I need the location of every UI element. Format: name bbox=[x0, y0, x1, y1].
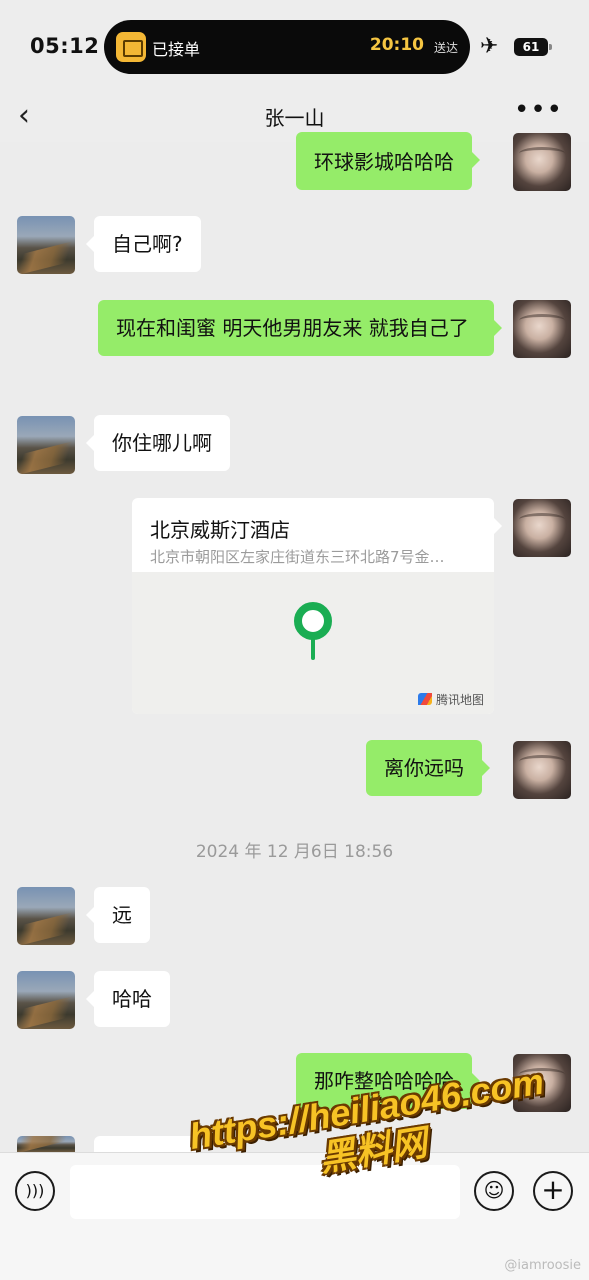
message-bubble-in[interactable]: 自己啊? bbox=[86, 216, 201, 272]
location-card-tail bbox=[494, 518, 502, 534]
delivery-eta: 20:10 bbox=[369, 35, 424, 55]
chat-timestamp: 2024 年 12 月6日 18:56 bbox=[195, 842, 394, 862]
message-bubble-out[interactable]: 现在和闺蜜 明天他男朋友来 就我自己了 bbox=[98, 300, 502, 356]
order-status-label: 已接单 bbox=[152, 40, 201, 59]
contact-avatar[interactable] bbox=[17, 971, 75, 1029]
message-bubble-out[interactable]: 环球影城哈哈哈 bbox=[296, 132, 480, 190]
emoji-icon[interactable]: ☺ bbox=[474, 1171, 514, 1211]
message-text: 自己啊? bbox=[112, 232, 183, 256]
delivery-app-icon bbox=[116, 32, 146, 62]
my-avatar[interactable] bbox=[513, 499, 571, 557]
message-text: 离你远吗 bbox=[384, 756, 464, 780]
more-options-icon[interactable]: ••• bbox=[514, 95, 563, 125]
chat-title: 张一山 bbox=[264, 106, 325, 130]
map-brand: 腾讯地图 bbox=[417, 691, 484, 708]
voice-icon[interactable]: ))) bbox=[15, 1171, 55, 1211]
contact-avatar[interactable] bbox=[17, 216, 75, 274]
delivery-eta-suffix: 送达 bbox=[433, 41, 458, 55]
weibo-handle-watermark: @iamroosie bbox=[504, 1258, 581, 1273]
location-name: 北京威斯汀酒店 bbox=[150, 518, 290, 542]
my-avatar[interactable] bbox=[513, 133, 571, 191]
message-bubble-out[interactable]: 离你远吗 bbox=[366, 740, 490, 796]
airplane-mode-icon: ✈ bbox=[480, 34, 499, 59]
contact-avatar[interactable] bbox=[17, 887, 75, 945]
message-bubble-in[interactable]: 远 bbox=[86, 887, 150, 943]
tencent-map-logo-icon bbox=[417, 693, 432, 705]
location-card[interactable]: 北京威斯汀酒店 北京市朝阳区左家庄街道东三环北路7号金… 腾讯地图 bbox=[132, 498, 494, 714]
location-map[interactable]: 腾讯地图 bbox=[132, 572, 494, 714]
message-text: 现在和闺蜜 明天他男朋友来 就我自己了 bbox=[116, 316, 469, 340]
map-pin-stem bbox=[311, 638, 315, 660]
my-avatar[interactable] bbox=[513, 300, 571, 358]
message-text: 你住哪儿啊 bbox=[112, 431, 212, 455]
status-bar: 05:12 已接单 20:10 送达 ✈ 61 bbox=[0, 0, 589, 90]
battery-level: 61 bbox=[522, 40, 540, 54]
dynamic-island[interactable]: 已接单 20:10 送达 bbox=[104, 20, 470, 74]
message-bubble-in[interactable]: 你住哪儿啊 bbox=[86, 415, 230, 471]
map-brand-label: 腾讯地图 bbox=[435, 693, 484, 707]
message-text: 远 bbox=[112, 903, 132, 927]
my-avatar[interactable] bbox=[513, 741, 571, 799]
location-address: 北京市朝阳区左家庄街道东三环北路7号金… bbox=[150, 548, 445, 566]
message-bubble-in[interactable]: 哈哈 bbox=[86, 971, 170, 1027]
contact-avatar[interactable] bbox=[17, 1136, 75, 1152]
message-text: 哈哈 bbox=[112, 987, 152, 1011]
message-text: 环球影城哈哈哈 bbox=[314, 150, 454, 174]
map-pin-icon bbox=[294, 602, 332, 640]
contact-avatar[interactable] bbox=[17, 416, 75, 474]
plus-icon[interactable]: + bbox=[533, 1171, 573, 1211]
clock: 05:12 bbox=[30, 34, 100, 58]
battery-icon: 61 bbox=[514, 38, 552, 56]
chat-header: ‹ 张一山 ••• bbox=[0, 90, 589, 142]
